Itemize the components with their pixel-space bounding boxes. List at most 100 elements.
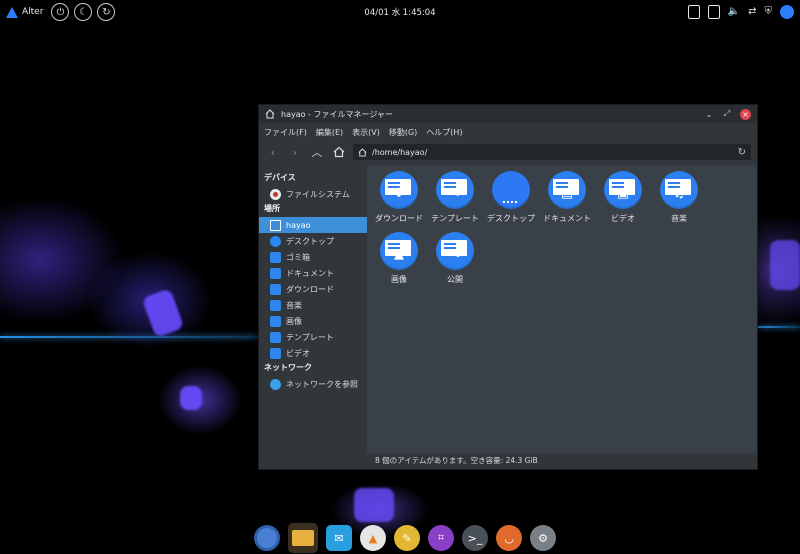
- forward-button[interactable]: ›: [287, 146, 303, 159]
- volume-icon[interactable]: 🔈: [728, 3, 740, 21]
- folder-label: 音楽: [671, 214, 687, 223]
- home-icon: [265, 109, 275, 119]
- folder-item[interactable]: ⋖ 公開: [427, 232, 483, 285]
- close-button[interactable]: ×: [740, 108, 751, 120]
- home-button[interactable]: [331, 146, 347, 158]
- menu-file[interactable]: ファイル(F): [264, 127, 307, 138]
- videos-icon: [270, 347, 281, 359]
- file-view[interactable]: ⇣ ダウンロード ✎ テンプレート デスクトップ ▤ ドキュメント ▣ ビデオ …: [367, 165, 757, 453]
- file-manager-icon[interactable]: [288, 523, 318, 553]
- folder-label: テンプレート: [431, 214, 479, 223]
- download-folder-icon: ⇣: [380, 171, 418, 209]
- menu-help[interactable]: ヘルプ(H): [426, 127, 462, 138]
- clock[interactable]: 04/01 水 1:45:04: [0, 6, 800, 18]
- download-icon: [270, 283, 281, 295]
- music-icon: [270, 299, 281, 311]
- address-path: /home/hayao/: [372, 147, 428, 157]
- clipboard-icon[interactable]: [687, 5, 700, 19]
- window-titlebar[interactable]: hayao - ファイルマネージャー ⌄ ⤢ ×: [259, 105, 757, 123]
- folder-item[interactable]: ▲ 画像: [371, 232, 427, 285]
- file-manager-window: hayao - ファイルマネージャー ⌄ ⤢ × ファイル(F) 編集(E) 表…: [258, 104, 758, 470]
- sidebar-item-label: ビデオ: [286, 348, 310, 358]
- sidebar-item-pictures[interactable]: 画像: [259, 313, 367, 329]
- network-icon[interactable]: ⇄: [748, 3, 756, 21]
- wallpaper-shape: [354, 488, 394, 522]
- menu-bar: ファイル(F) 編集(E) 表示(V) 移動(G) ヘルプ(H): [259, 123, 757, 141]
- text-editor-icon[interactable]: ✎: [394, 525, 420, 551]
- battery-icon[interactable]: [707, 5, 720, 19]
- wallpaper-shape: [180, 386, 202, 410]
- folder-item[interactable]: デスクトップ: [483, 171, 539, 224]
- wallpaper-shape: [770, 240, 800, 290]
- network-icon: [270, 378, 281, 390]
- reload-icon[interactable]: ↻: [738, 147, 746, 158]
- terminal-icon[interactable]: >_: [462, 525, 488, 551]
- pictures-folder-icon: ▲: [380, 232, 418, 270]
- chromium-icon[interactable]: [254, 525, 280, 551]
- documents-icon: [270, 267, 281, 279]
- sidebar-item-label: ネットワークを参照: [286, 379, 358, 389]
- dock: ✉ ▲ ✎ ⌗ >_ ◡ ⚙: [238, 522, 572, 554]
- menu-view[interactable]: 表示(V): [352, 127, 380, 138]
- system-tray: 🔈 ⇄ ⛨: [687, 3, 794, 21]
- sidebar-item-home[interactable]: hayao: [259, 217, 367, 233]
- music-folder-icon: ♫: [660, 171, 698, 209]
- user-avatar[interactable]: [780, 5, 794, 19]
- power-icon[interactable]: ⏻: [51, 3, 70, 21]
- vlc-icon[interactable]: ▲: [360, 525, 386, 551]
- templates-icon: [270, 331, 281, 343]
- toolbar: ‹ › ︿ /home/hayao/ ↻: [259, 141, 757, 163]
- videos-folder-icon: ▣: [604, 171, 642, 209]
- refresh-icon[interactable]: ↻: [97, 3, 116, 21]
- shield-icon[interactable]: ⛨: [765, 3, 773, 21]
- sidebar-item-documents[interactable]: ドキュメント: [259, 265, 367, 281]
- file-grid: ⇣ ダウンロード ✎ テンプレート デスクトップ ▤ ドキュメント ▣ ビデオ …: [371, 171, 707, 285]
- folder-item[interactable]: ✎ テンプレート: [427, 171, 483, 224]
- sidebar-item-browse-network[interactable]: ネットワークを参照: [259, 376, 367, 392]
- sidebar-header-places: 場所: [264, 204, 280, 213]
- maximize-button[interactable]: ⤢: [720, 109, 734, 119]
- alter-logo-icon: [6, 6, 18, 18]
- sidebar-header-network: ネットワーク: [264, 363, 312, 372]
- folder-item[interactable]: ⇣ ダウンロード: [371, 171, 427, 224]
- sidebar-item-label: ファイルシステム: [286, 189, 350, 199]
- settings-icon[interactable]: ⚙: [530, 525, 556, 551]
- sidebar-item-videos[interactable]: ビデオ: [259, 345, 367, 361]
- wallpaper-glow-line: [758, 326, 800, 328]
- folder-label: ダウンロード: [375, 214, 423, 223]
- sidebar-item-trash[interactable]: ゴミ箱: [259, 249, 367, 265]
- sidebar-item-label: テンプレート: [286, 332, 334, 342]
- top-panel: Alter ⏻ ☾ ↻ 04/01 水 1:45:04 🔈 ⇄ ⛨: [0, 0, 800, 24]
- window-title: hayao - ファイルマネージャー: [281, 109, 393, 119]
- sidebar-item-templates[interactable]: テンプレート: [259, 329, 367, 345]
- sidebar-item-label: ドキュメント: [286, 268, 334, 278]
- documents-folder-icon: ▤: [548, 171, 586, 209]
- folder-item[interactable]: ♫ 音楽: [651, 171, 707, 224]
- night-mode-icon[interactable]: ☾: [74, 3, 93, 21]
- sidebar-item-label: ダウンロード: [286, 284, 334, 294]
- drive-icon: [270, 188, 281, 200]
- sidebar-item-desktop[interactable]: デスクトップ: [259, 233, 367, 249]
- wallpaper-glow-line: [0, 336, 258, 338]
- minimize-button[interactable]: ⌄: [702, 110, 716, 119]
- trash-icon: [270, 251, 281, 263]
- mail-icon[interactable]: ✉: [326, 525, 352, 551]
- software-center-icon[interactable]: ◡: [496, 525, 522, 551]
- sidebar-item-filesystem[interactable]: ファイルシステム: [259, 186, 367, 202]
- up-button[interactable]: ︿: [309, 144, 325, 160]
- screenshot-icon[interactable]: ⌗: [428, 525, 454, 551]
- folder-item[interactable]: ▣ ビデオ: [595, 171, 651, 224]
- address-bar[interactable]: /home/hayao/ ↻: [353, 144, 751, 160]
- sidebar-item-label: デスクトップ: [286, 236, 334, 246]
- system-logo[interactable]: Alter: [6, 6, 43, 18]
- menu-go[interactable]: 移動(G): [389, 127, 417, 138]
- window-body: デバイス ファイルシステム 場所 hayao デスクトップ ゴミ箱 ドキュメント: [259, 165, 757, 453]
- sidebar-item-music[interactable]: 音楽: [259, 297, 367, 313]
- folder-item[interactable]: ▤ ドキュメント: [539, 171, 595, 224]
- folder-label: 公開: [447, 275, 463, 284]
- folder-label: デスクトップ: [487, 214, 535, 223]
- folder-label: 画像: [391, 275, 407, 284]
- back-button[interactable]: ‹: [265, 146, 281, 159]
- sidebar-item-downloads[interactable]: ダウンロード: [259, 281, 367, 297]
- menu-edit[interactable]: 編集(E): [316, 127, 343, 138]
